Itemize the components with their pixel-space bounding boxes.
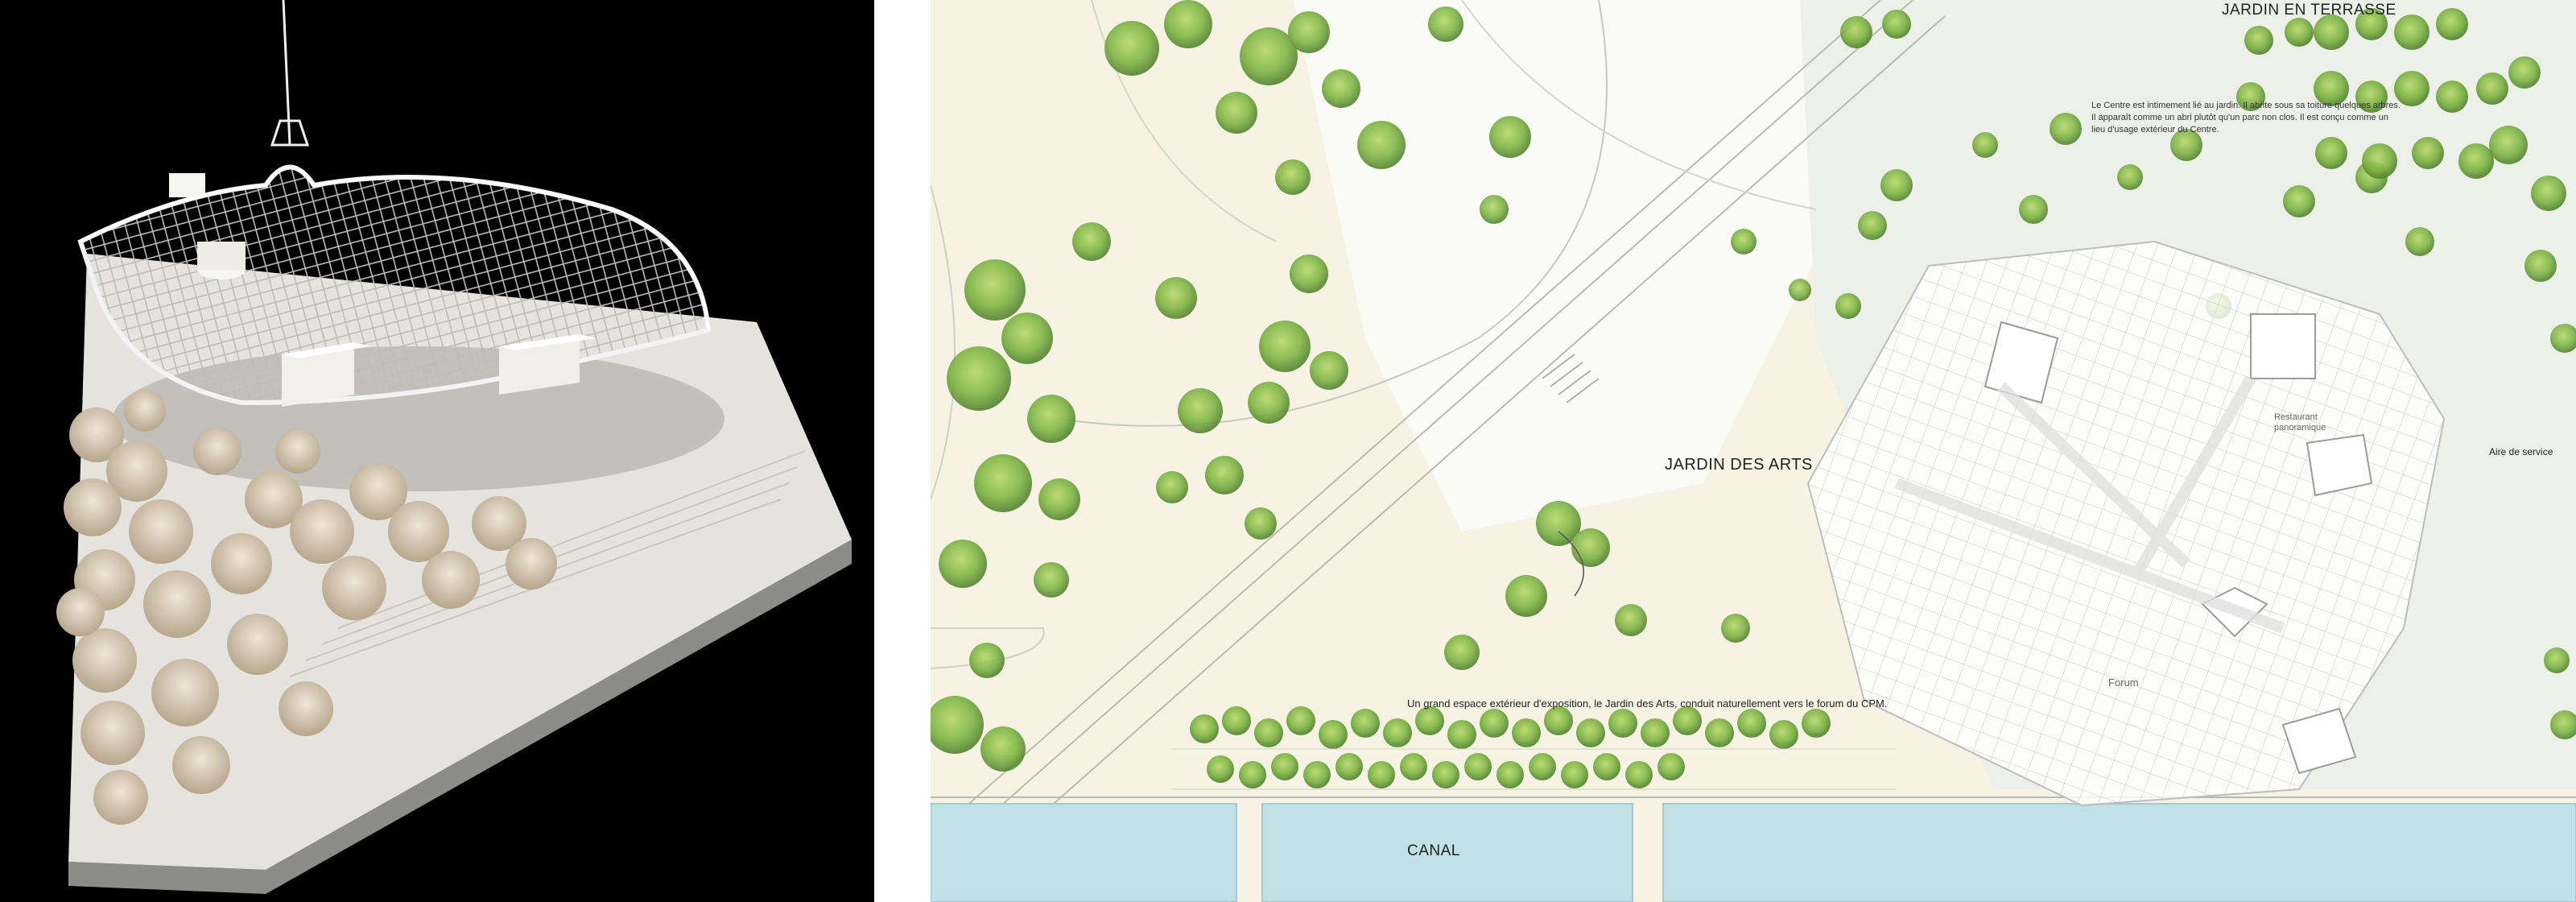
terrace-note: Le Centre est intimement lié au jardin. … [2091, 101, 2401, 134]
model-mast [282, 0, 291, 146]
model-illustration [56, 0, 852, 894]
label-service-area: Aire de service [2489, 446, 2553, 457]
label-jardin-en-terrasse: JARDIN EN TERRASSE [2222, 2, 2396, 19]
label-jardin-des-arts: JARDIN DES ARTS [1665, 456, 1813, 474]
label-forum: Forum [2108, 676, 2139, 689]
model-photo [0, 0, 874, 902]
label-restaurant: Restaurant panoramique [2274, 412, 2326, 432]
canal-tree-row [1190, 706, 1831, 788]
canal-basins [931, 803, 2576, 902]
caption-text: Un grand espace extérieur d'exposition, … [1407, 697, 1888, 710]
label-canal: CANAL [1407, 842, 1460, 859]
